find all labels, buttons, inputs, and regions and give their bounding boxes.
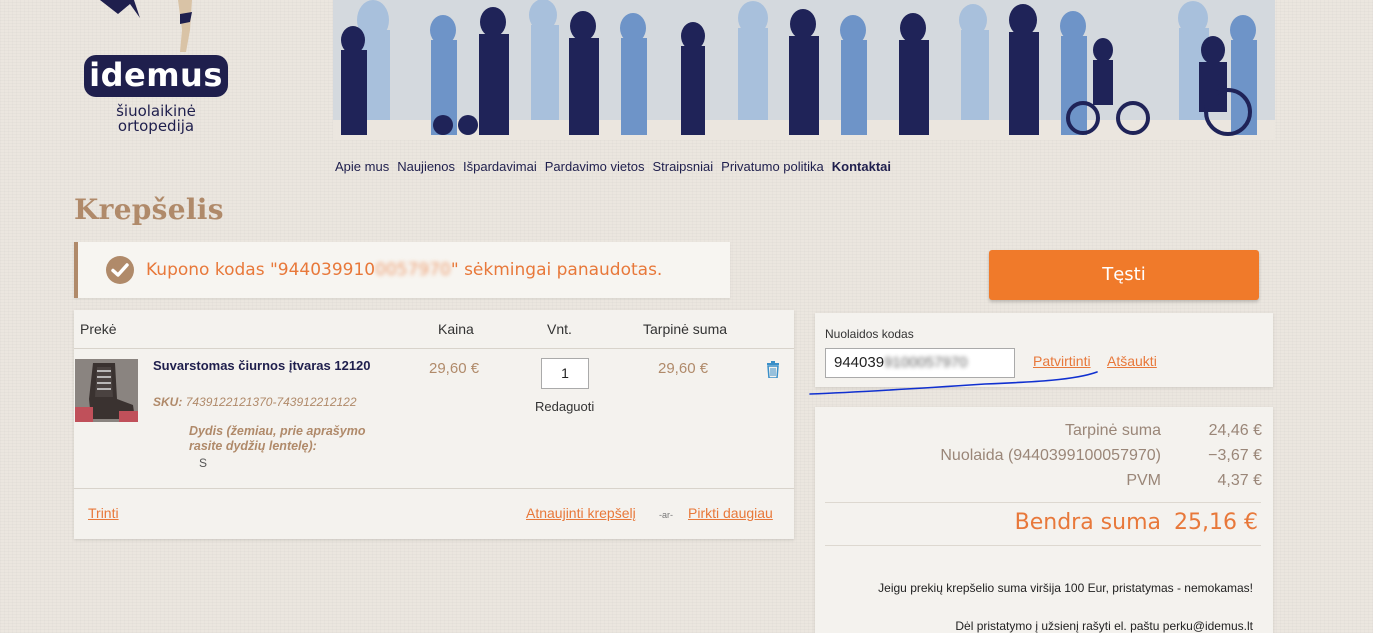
row-divider — [74, 488, 794, 489]
product-option-value: S — [199, 456, 208, 470]
main-nav: Apie mus Naujienos Išpardavimai Pardavim… — [335, 159, 891, 174]
header-subtotal: Tarpinė suma — [643, 321, 728, 337]
header-divider — [74, 348, 794, 349]
check-circle-icon — [106, 256, 134, 284]
delete-link[interactable]: Trinti — [88, 505, 119, 521]
nav-pardavimo-vietos[interactable]: Pardavimo vietos — [545, 159, 645, 174]
totals-box: Tarpinė suma 24,46 € Nuolaida (944039910… — [815, 407, 1273, 633]
logo[interactable]: idemus — [84, 55, 228, 97]
item-subtotal: 29,60 € — [658, 360, 709, 377]
nav-kontaktai[interactable]: Kontaktai — [832, 159, 891, 174]
nav-privatumo-politika[interactable]: Privatumo politika — [721, 159, 824, 174]
discount-total-value: −3,67 € — [1208, 447, 1262, 464]
cart-table: Prekė Kaina Vnt. Tarpinė suma Suvarstoma… — [74, 310, 794, 539]
update-cart-link[interactable]: Atnaujinti krepšelį — [526, 505, 636, 521]
nav-straipsniai[interactable]: Straipsniai — [652, 159, 713, 174]
logo-tagline: šiuolaikinė ortopedija — [116, 102, 196, 135]
quantity-input[interactable]: 1 — [541, 358, 589, 389]
or-separator: -ar- — [659, 510, 673, 520]
continue-shopping-link[interactable]: Pirkti daugiau — [688, 505, 773, 521]
continue-button[interactable]: Tęsti — [989, 250, 1259, 300]
grand-total-value: 25,16 € — [1174, 510, 1258, 535]
product-sku: SKU: 7439122121370-743912212122 — [153, 395, 357, 409]
totals-divider-2 — [825, 545, 1261, 546]
page-title: Krepšelis — [74, 193, 224, 226]
product-option-label: Dydis (žemiau, prie aprašymo rasite dydž… — [189, 424, 366, 453]
header-price: Kaina — [438, 321, 474, 337]
totals-divider — [825, 502, 1261, 503]
success-message: Kupono kodas "9440399100057970" sėkminga… — [74, 242, 730, 298]
subtotal-label: Tarpinė suma — [1064, 422, 1161, 439]
header-qty: Vnt. — [547, 321, 572, 337]
header-product: Prekė — [80, 321, 117, 337]
success-message-text: Kupono kodas "9440399100057970" sėkminga… — [146, 260, 663, 280]
discount-total-label: Nuolaida (9440399100057970) — [940, 447, 1161, 464]
free-shipping-note: Jeigu prekių krepšelio suma viršija 100 … — [878, 581, 1253, 595]
vat-value: 4,37 € — [1217, 472, 1262, 489]
item-price: 29,60 € — [429, 360, 480, 377]
confirm-discount-link[interactable]: Patvirtinti — [1033, 353, 1091, 369]
cancel-discount-link[interactable]: Atšaukti — [1107, 353, 1157, 369]
grand-total-label: Bendra suma — [1014, 510, 1161, 535]
trash-icon[interactable] — [766, 361, 780, 378]
nav-apie-mus[interactable]: Apie mus — [335, 159, 389, 174]
discount-label: Nuolaidos kodas — [825, 327, 914, 341]
people-banner-image — [333, 0, 1275, 140]
logo-figure-icon — [100, 0, 192, 52]
nav-ispardavimai[interactable]: Išpardavimai — [463, 159, 537, 174]
annotation-underline — [809, 371, 1098, 395]
edit-link[interactable]: Redaguoti — [535, 399, 594, 414]
vat-label: PVM — [1126, 472, 1161, 489]
foreign-shipping-note: Dėl pristatymo į užsienį rašyti el. pašt… — [955, 619, 1253, 633]
nav-naujienos[interactable]: Naujienos — [397, 159, 455, 174]
product-name[interactable]: Suvarstomas čiurnos įtvaras 12120 — [153, 358, 371, 373]
product-image[interactable] — [75, 359, 138, 422]
subtotal-value: 24,46 € — [1208, 422, 1262, 439]
